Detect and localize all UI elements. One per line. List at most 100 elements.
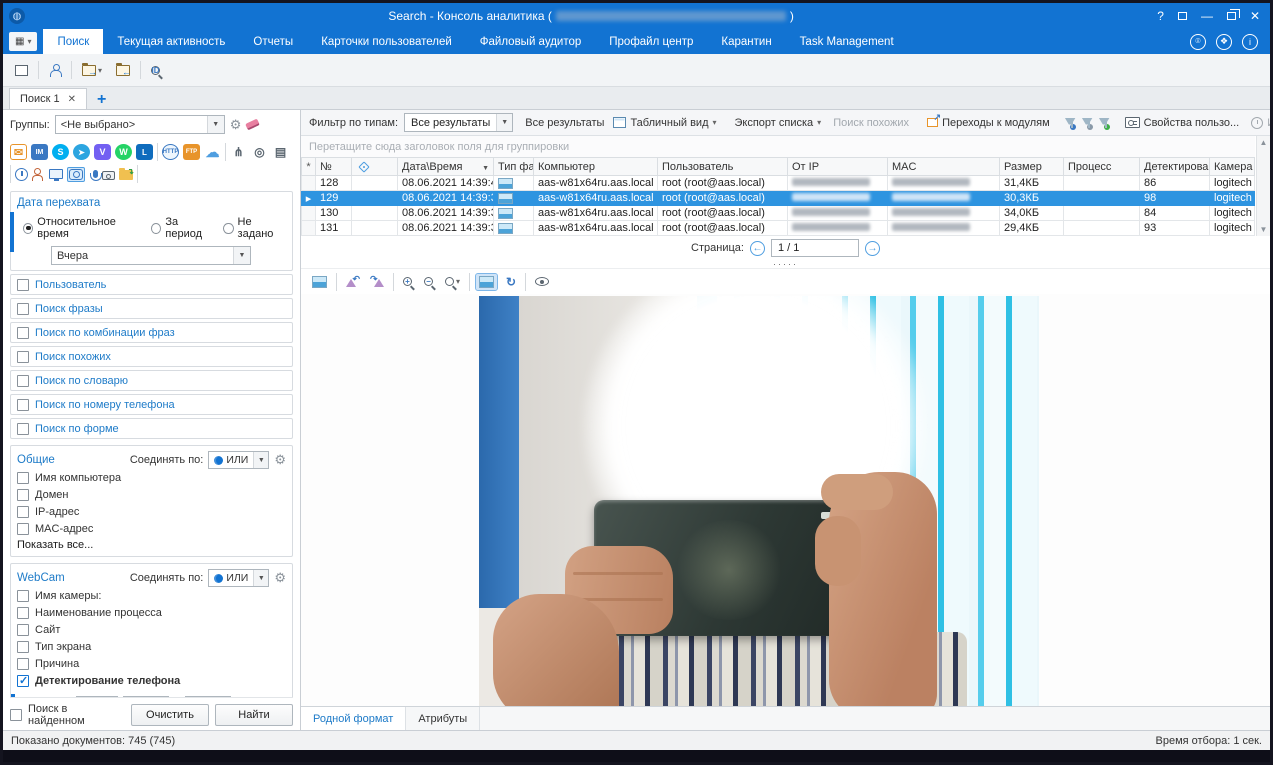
clear-groups-eraser-icon[interactable]: [246, 119, 261, 131]
col-detected[interactable]: Детектирова: [1140, 158, 1210, 176]
webcam-process-name[interactable]: Наименование процесса: [17, 604, 286, 621]
clear-button[interactable]: Очистить: [131, 704, 209, 726]
preview-visibility-button[interactable]: [532, 275, 552, 288]
radio-not-set[interactable]: Не задано: [223, 216, 286, 240]
find-button[interactable]: Найти: [215, 704, 293, 726]
page-input[interactable]: 1 / 1: [771, 239, 859, 257]
common-mac-address[interactable]: MAC-адрес: [17, 520, 286, 537]
user-properties-button[interactable]: Свойства пользо...: [1122, 115, 1243, 131]
table-row-selected[interactable]: ▸ 129 08.06.2021 14:39:38 aas-w81x64ru.a…: [302, 191, 1255, 206]
col-ip[interactable]: От IP: [788, 158, 888, 176]
user-search-button[interactable]: [45, 61, 65, 79]
user-activity-icon[interactable]: [32, 168, 45, 181]
checkbox[interactable]: [17, 399, 29, 411]
search-similar-button[interactable]: Поиск похожих: [830, 115, 912, 131]
col-mac[interactable]: MAC: [888, 158, 1000, 176]
table-view-button[interactable]: Табличный вид▾: [610, 115, 719, 131]
whatsapp-icon[interactable]: W: [115, 144, 132, 160]
common-join-select[interactable]: ИЛИ ▼: [208, 451, 269, 469]
table-row[interactable]: 128 08.06.2021 14:39:41 aas-w81x64ru.aas…: [302, 176, 1255, 191]
webcam-reason[interactable]: Причина: [17, 655, 286, 672]
export-search-button[interactable]: →▾: [78, 62, 106, 79]
col-computer[interactable]: Компьютер: [534, 158, 658, 176]
menu-tab-current-activity[interactable]: Текущая активность: [103, 29, 239, 54]
api-status-icon[interactable]: ⌾: [1190, 34, 1206, 50]
menu-tab-task-management[interactable]: Task Management: [786, 29, 908, 54]
printer-icon[interactable]: ▤: [272, 144, 289, 160]
help-button[interactable]: ?: [1157, 9, 1164, 23]
time-tracking-icon[interactable]: [15, 168, 28, 181]
filter-by-type-select[interactable]: Все результаты ▼: [404, 113, 513, 132]
save-image-button[interactable]: [309, 274, 330, 290]
menu-tab-reports[interactable]: Отчеты: [239, 29, 307, 54]
correspondence-history-button[interactable]: История переписки: [1248, 115, 1270, 131]
webcam-phone-detection[interactable]: Детектирование телефона: [17, 672, 286, 689]
checkbox[interactable]: [17, 523, 29, 535]
rotate-left-button[interactable]: ↶: [343, 274, 362, 289]
condition-to-spinner[interactable]: 99▲▼: [185, 696, 231, 697]
keylogger-icon[interactable]: [102, 171, 115, 180]
condition-operator-select[interactable]: [..] ▼: [76, 696, 118, 697]
condition-from-spinner[interactable]: 0▲▼: [123, 696, 169, 697]
webcam-camera-name[interactable]: Имя камеры:: [17, 587, 286, 604]
ftp-icon[interactable]: FTP: [183, 144, 200, 160]
common-settings-gear-icon[interactable]: ⚙: [274, 454, 286, 466]
filter-similar[interactable]: Поиск похожих: [10, 346, 293, 367]
checkbox[interactable]: [17, 423, 29, 435]
monitor-icon[interactable]: [49, 169, 63, 179]
cascade-windows-button[interactable]: [11, 62, 32, 79]
lync-icon[interactable]: L: [136, 144, 153, 160]
pin-window-button[interactable]: [1178, 12, 1187, 20]
show-all-link[interactable]: Показать все...: [17, 539, 286, 551]
tab-attributes[interactable]: Атрибуты: [406, 707, 480, 730]
filter-dictionary[interactable]: Поиск по словарю: [10, 370, 293, 391]
col-num[interactable]: №: [316, 158, 352, 176]
checkbox[interactable]: [10, 709, 22, 721]
checkbox[interactable]: [17, 658, 29, 670]
col-camera[interactable]: Камера: [1210, 158, 1255, 176]
menu-tab-quarantine[interactable]: Карантин: [707, 29, 785, 54]
checkbox[interactable]: [17, 489, 29, 501]
export-list-button[interactable]: Экспорт списка▾: [732, 115, 825, 131]
common-domain[interactable]: Домен: [17, 486, 286, 503]
menu-tab-user-cards[interactable]: Карточки пользователей: [307, 29, 466, 54]
go-to-modules-button[interactable]: Переходы к модулям: [924, 115, 1053, 131]
checkbox[interactable]: [17, 375, 29, 387]
menu-tab-profile-center[interactable]: Профайл центр: [595, 29, 707, 54]
minimize-button[interactable]: —: [1201, 9, 1213, 23]
checkbox[interactable]: [17, 279, 29, 291]
search-in-found-checkbox[interactable]: Поиск в найденном: [10, 707, 125, 724]
checkbox[interactable]: [17, 624, 29, 636]
scroll-up-icon[interactable]: ▲: [1260, 138, 1268, 147]
zoom-out-button[interactable]: −: [421, 275, 436, 288]
filter-form[interactable]: Поиск по форме: [10, 418, 293, 439]
checkbox[interactable]: [17, 590, 29, 602]
fit-to-window-button[interactable]: [476, 274, 497, 290]
close-tab-icon[interactable]: ✕: [68, 94, 76, 105]
col-type[interactable]: Тип фа: [494, 158, 534, 176]
radio-period[interactable]: За период: [151, 216, 213, 240]
common-ip-address[interactable]: IP-адрес: [17, 503, 286, 520]
search-by-id-button[interactable]: ID: [147, 63, 164, 78]
splitter-handle[interactable]: ·····: [301, 260, 1270, 268]
filter-phrase-combination[interactable]: Поиск по комбинации фраз: [10, 322, 293, 343]
tab-native-format[interactable]: Родной формат: [301, 707, 406, 730]
restore-button[interactable]: [1227, 12, 1236, 20]
col-size[interactable]: Размер: [1000, 158, 1064, 176]
zoom-menu-button[interactable]: ▾: [442, 275, 463, 288]
table-row[interactable]: 130 08.06.2021 14:39:36 aas-w81x64ru.aas…: [302, 206, 1255, 221]
checkbox[interactable]: [17, 327, 29, 339]
menu-tab-file-auditor[interactable]: Файловый аудитор: [466, 29, 596, 54]
close-button[interactable]: ✕: [1250, 9, 1260, 23]
col-date[interactable]: Дата\Время▼: [398, 158, 494, 176]
rotate-right-button[interactable]: ↷: [368, 274, 387, 289]
filter-phone-number[interactable]: Поиск по номеру телефона: [10, 394, 293, 415]
add-tab-button[interactable]: +: [97, 91, 106, 109]
mail-icon[interactable]: ✉: [10, 144, 27, 160]
checkbox-checked[interactable]: [17, 675, 29, 687]
menu-tab-search[interactable]: Поиск: [43, 29, 103, 54]
microphone-icon[interactable]: [93, 170, 98, 178]
device-search-icon[interactable]: ◎: [251, 144, 268, 160]
filter-funnel-add-button[interactable]: [1099, 116, 1110, 130]
date-preset-select[interactable]: Вчера ▼: [51, 246, 251, 265]
